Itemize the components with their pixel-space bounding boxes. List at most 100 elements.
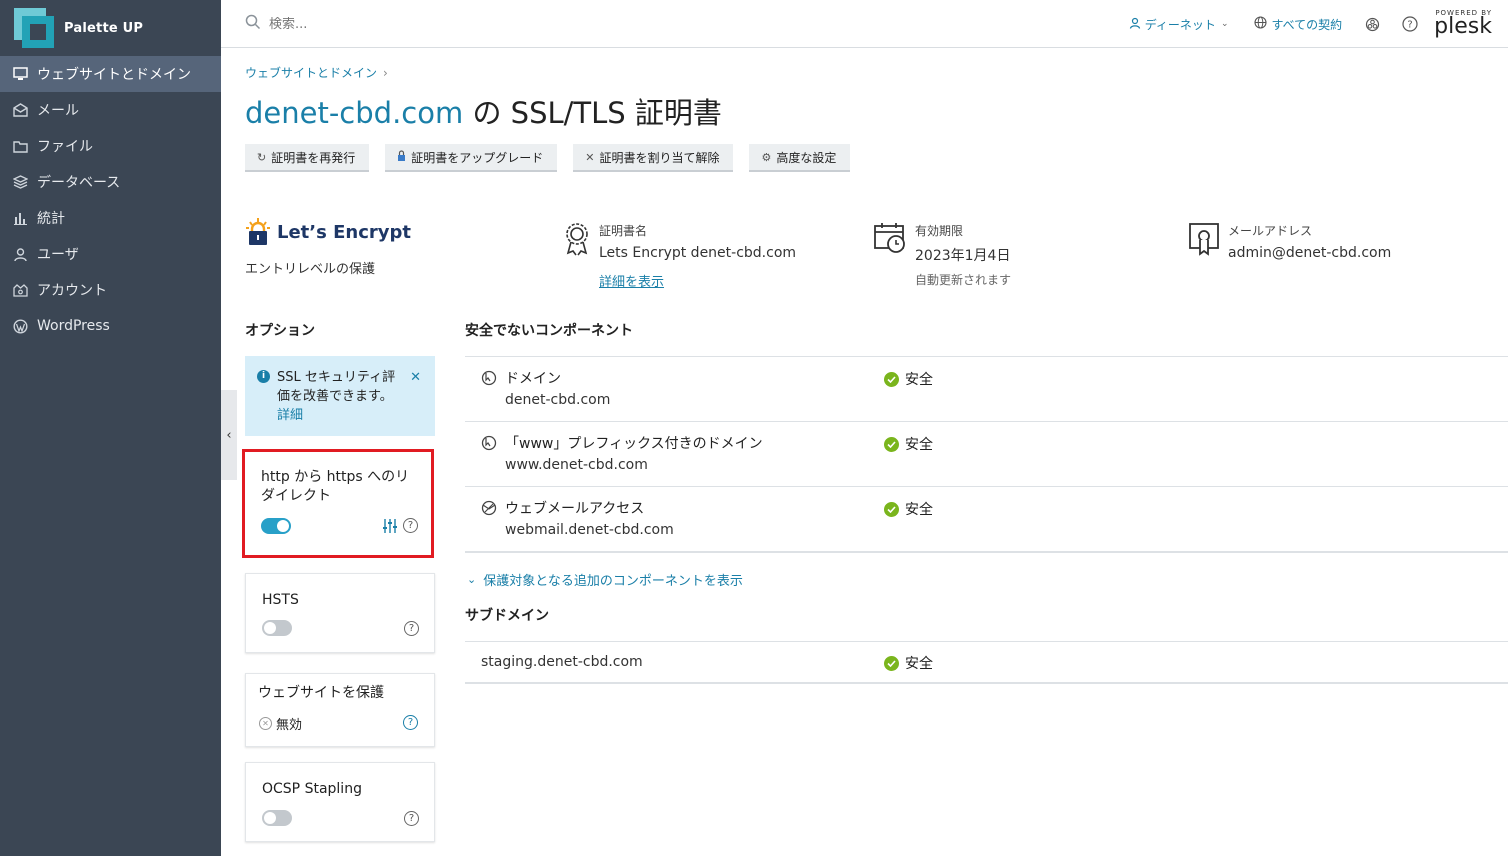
notice-details-link[interactable]: 詳細 [277,408,303,423]
topbar: ディーネット ⌄ すべての契約 ? POWERED BY plesk [221,0,1508,48]
notice-message: SSL セキュリティ評価を改善できます。 詳細 [277,368,399,425]
component-name: 「www」プレフィックス付きのドメイン [505,436,763,452]
breadcrumb-separator: › [383,66,388,80]
highlight-box [242,449,434,558]
unassign-certificate-button[interactable]: ✕ 証明書を割り当て解除 [573,144,734,172]
sidebar-collapse-toggle[interactable]: ‹ [221,390,237,480]
refresh-icon: ↻ [257,150,267,164]
all-subscriptions-label: すべての契約 [1271,17,1343,32]
sidebar-item-statistics[interactable]: 統計 [0,200,221,236]
breadcrumb-websites-link[interactable]: ウェブサイトとドメイン [245,66,377,80]
help-icon[interactable]: ? [404,811,419,826]
subdomains-heading: サブドメイン [465,608,549,624]
calendar-clock-icon [874,223,905,253]
help-icon[interactable]: ? [403,715,418,730]
user-menu-label: ディーネット [1144,17,1216,32]
gear-icon: ⚙ [761,150,772,164]
sidebar-item-mail[interactable]: メール [0,92,221,128]
expiry-label: 有効期限 [915,224,964,238]
sidebar-item-label: ユーザ [37,247,79,263]
show-details-link[interactable]: 詳細を表示 [599,271,664,290]
award-icon [566,223,588,256]
email-block: メールアドレス admin@denet-cbd.com [1188,222,1391,261]
sidebar-item-databases[interactable]: データベース [0,164,221,200]
email-value: admin@denet-cbd.com [1228,245,1392,261]
certificate-name-block: 証明書名 Lets Encrypt denet-cbd.com 詳細を表示 [563,222,796,290]
webmail-globe-icon [481,500,497,516]
help-icon[interactable]: ? [1402,16,1418,32]
close-icon: ✕ [585,150,595,164]
search-input[interactable] [269,16,569,32]
page-title-domain: denet-cbd.com [245,96,464,130]
subdomains-table: staging.denet-cbd.com 安全 [465,641,1508,684]
component-host: webmail.denet-cbd.com [505,522,674,538]
subdomain-status-text: 安全 [905,656,933,672]
help-icon[interactable]: ? [404,621,419,636]
globe-icon [1254,16,1268,32]
issuer-name: Let’s Encrypt [277,221,411,243]
protect-status-text: 無効 [276,718,303,733]
sidebar-item-websites[interactable]: ウェブサイトとドメイン [0,56,221,92]
ocsp-card: OCSP Stapling ? [245,762,435,842]
wordpress-icon [12,318,28,334]
all-subscriptions-link[interactable]: すべての契約 [1254,16,1342,33]
protection-level: エントリレベルの保護 [245,262,376,277]
bar-chart-icon [12,210,28,226]
plesk-wordmark: plesk [1434,14,1492,39]
components-table-bottom [465,551,1508,553]
advanced-settings-button[interactable]: ⚙ 高度な設定 [749,144,851,172]
close-icon[interactable]: ✕ [410,368,421,387]
mail-icon [12,102,28,118]
ocsp-toggle[interactable] [262,810,292,826]
table-row: ドメイン denet-cbd.com 安全 [465,357,1508,422]
user-menu[interactable]: ディーネット ⌄ [1129,16,1228,33]
search-box[interactable] [245,14,569,34]
component-status: 安全 [905,437,933,453]
brand-name: Palette UP [64,20,144,36]
globe-cursor-icon [481,435,497,451]
sidebar-item-account[interactable]: アカウント [0,272,221,308]
reissue-certificate-button[interactable]: ↻ 証明書を再発行 [245,144,370,172]
lock-icon [397,150,406,164]
sidebar-item-users[interactable]: ユーザ [0,236,221,272]
sidebar-item-label: データベース [37,175,121,191]
upgrade-certificate-button[interactable]: 証明書をアップグレード [385,144,558,172]
component-name: ドメイン [505,371,561,387]
certificate-badge-icon [1189,223,1219,256]
letsencrypt-lock-icon [246,218,270,245]
cert-name-value: Lets Encrypt denet-cbd.com [599,245,797,261]
sidebar-item-label: ファイル [37,139,93,155]
folder-icon [12,138,28,154]
show-more-components-link[interactable]: ⌄ 保護対象となる追加のコンポーネントを表示 [467,570,743,589]
page-title: denet-cbd.com の SSL/TLS 証明書 [245,90,722,132]
hsts-title: HSTS [262,592,299,608]
chevron-left-icon: ‹ [226,427,232,443]
insecure-components-heading: 安全でないコンポーネント [465,323,633,339]
component-status: 安全 [905,502,933,518]
hsts-card: HSTS ? [245,573,435,653]
email-label: メールアドレス [1228,224,1313,238]
sidebar-item-files[interactable]: ファイル [0,128,221,164]
components-table: ドメイン denet-cbd.com 安全 「www」プレフィックス付きのドメイ… [465,356,1508,552]
chevron-down-icon: ⌄ [467,573,477,586]
breadcrumb: ウェブサイトとドメイン › [245,64,388,81]
more-link-label: 保護対象となる追加のコンポーネントを表示 [483,574,743,589]
palette-logo [14,8,54,48]
sidebar-item-label: アカウント [37,283,107,299]
advanced-label: 高度な設定 [776,150,837,165]
options-heading: オプション [245,323,315,339]
component-host: www.denet-cbd.com [505,457,648,473]
extensions-icon[interactable] [1364,16,1380,32]
database-icon [12,174,28,190]
auto-renew-note: 自動更新されます [915,273,1012,287]
ssl-rating-notice: i SSL セキュリティ評価を改善できます。 詳細 ✕ [245,356,435,436]
info-icon: i [257,370,270,383]
brand[interactable]: Palette UP [0,0,221,56]
hsts-toggle[interactable] [262,620,292,636]
svg-text:?: ? [1408,20,1413,31]
check-icon [884,371,899,387]
monitor-icon [12,66,28,82]
globe-cursor-icon [481,370,497,386]
disabled-x-icon: ✕ [259,717,272,730]
sidebar-item-wordpress[interactable]: WordPress [0,308,221,344]
